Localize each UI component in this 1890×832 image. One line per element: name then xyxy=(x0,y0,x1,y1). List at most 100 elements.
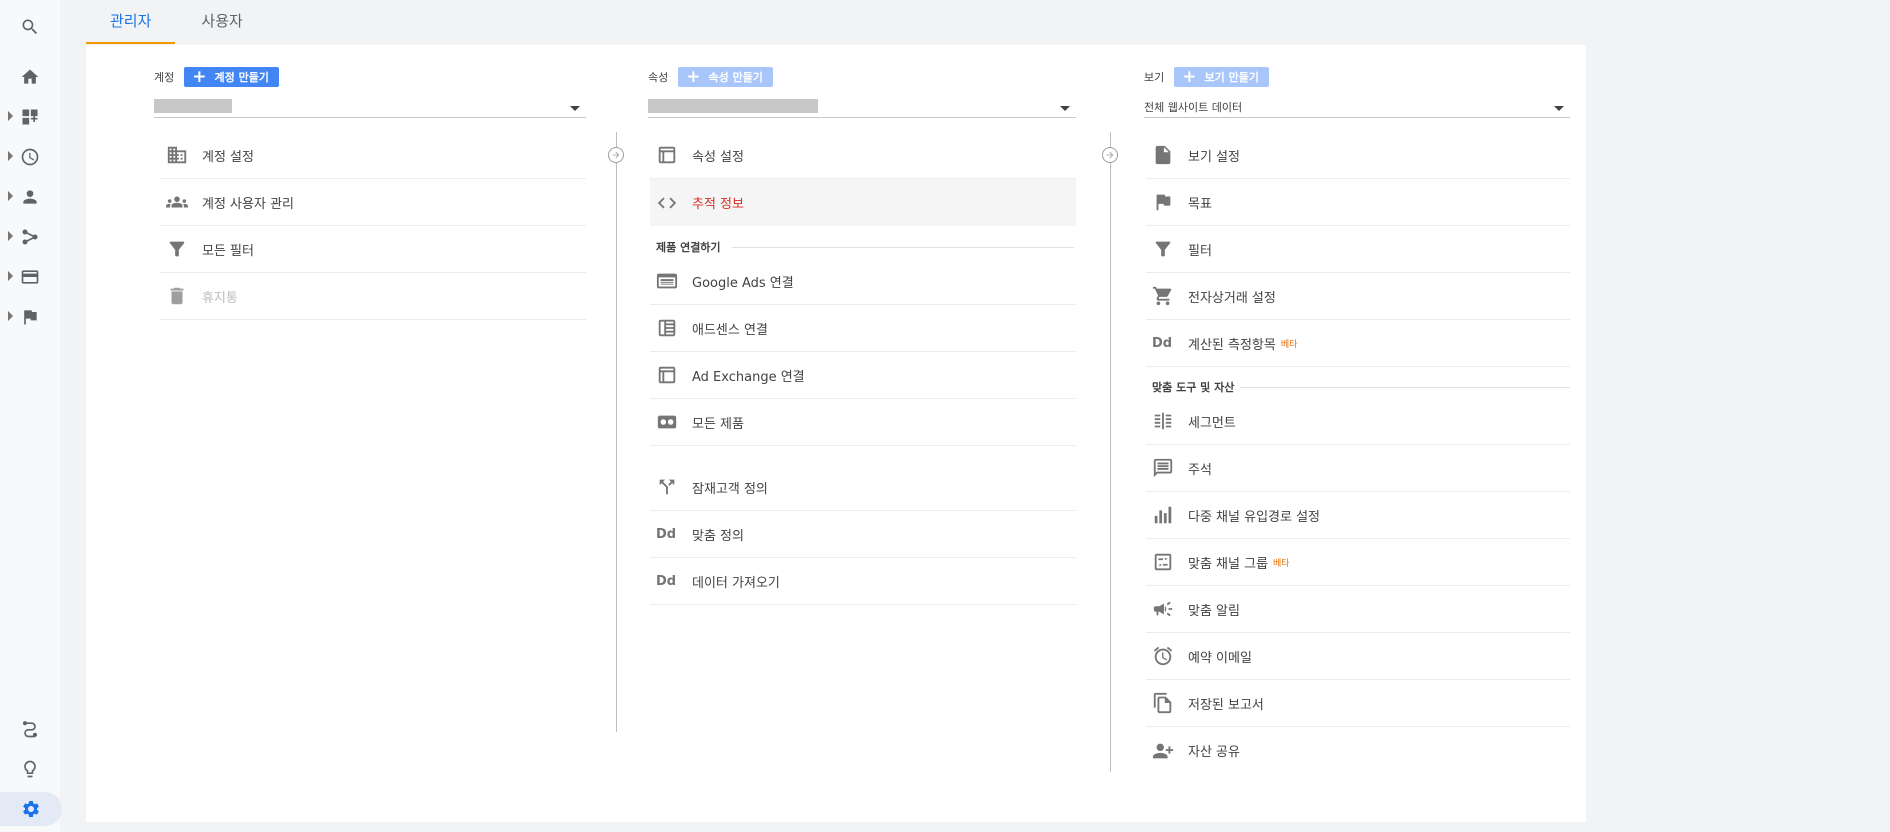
all-filters-item[interactable]: 모든 필터 xyxy=(160,226,586,273)
google-ads-linking-label: Google Ads 연결 xyxy=(692,275,794,291)
custom-definitions-label: 맞춤 정의 xyxy=(692,528,744,544)
flag-icon xyxy=(24,310,37,325)
scheduled-emails-item[interactable]: 예약 이메일 xyxy=(1146,633,1570,680)
arrow-right-circle-icon xyxy=(1102,147,1118,163)
ecommerce-settings-label: 전자상거래 설정 xyxy=(1188,290,1276,306)
all-products-item[interactable]: 모든 제품 xyxy=(650,399,1076,446)
ads-icon xyxy=(650,270,686,292)
building-icon xyxy=(160,144,196,166)
tab-admin[interactable]: 관리자 xyxy=(86,0,176,44)
audience-definitions-item[interactable]: 잠재고객 정의 xyxy=(650,464,1076,511)
channel-grouping-icon xyxy=(1146,551,1182,573)
plus-icon: + xyxy=(192,66,207,87)
bar-chart-icon xyxy=(1146,504,1182,526)
dropdown-arrow-icon xyxy=(1060,106,1070,111)
admin-button[interactable] xyxy=(0,792,62,826)
segments-icon xyxy=(1146,410,1182,432)
dd-icon: Dd xyxy=(656,526,677,542)
product-linking-section-title: 제품 연결하기 xyxy=(656,239,1074,255)
property-settings-item[interactable]: 속성 설정 xyxy=(650,132,1076,179)
create-property-button[interactable]: + 속성 만들기 xyxy=(678,67,773,87)
segments-label: 세그먼트 xyxy=(1188,415,1236,431)
custom-alerts-item[interactable]: 맞춤 알림 xyxy=(1146,586,1570,633)
section-rule xyxy=(1240,387,1570,388)
flag-icon xyxy=(1146,191,1182,213)
property-name-redacted xyxy=(648,99,818,113)
person-icon xyxy=(23,190,37,204)
custom-definitions-item[interactable]: Dd 맞춤 정의 xyxy=(650,511,1076,558)
data-import-label: 데이터 가져오기 xyxy=(692,575,780,591)
calculated-metrics-label: 계산된 측정항목 xyxy=(1188,337,1276,353)
audience-button[interactable] xyxy=(8,180,52,214)
trash-label: 휴지통 xyxy=(202,290,238,306)
acquisition-button[interactable] xyxy=(8,220,52,254)
trash-item[interactable]: 휴지통 xyxy=(160,273,586,320)
view-filters-item[interactable]: 필터 xyxy=(1146,226,1570,273)
person-add-icon xyxy=(1146,740,1182,762)
admin-panel: 계정 + 계정 만들기 계정 설정 계정 사용자 관리 모든 필터 휴지통 속성… xyxy=(86,45,1586,822)
conversions-button[interactable] xyxy=(8,300,52,334)
expand-caret-icon xyxy=(8,271,13,281)
mcf-settings-item[interactable]: 다중 채널 유입경로 설정 xyxy=(1146,492,1570,539)
realtime-button[interactable] xyxy=(8,140,52,174)
expand-caret-icon xyxy=(8,111,13,121)
custom-channel-grouping-label: 맞춤 채널 그룹 xyxy=(1188,556,1269,572)
annotations-item[interactable]: 주석 xyxy=(1146,445,1570,492)
discover-button[interactable] xyxy=(8,752,52,786)
custom-tools-section-title: 맞춤 도구 및 자산 xyxy=(1152,379,1570,395)
search-button[interactable] xyxy=(8,10,52,44)
account-selector[interactable] xyxy=(154,96,586,118)
ad-exchange-linking-label: Ad Exchange 연결 xyxy=(692,369,805,385)
comment-icon xyxy=(1146,457,1182,479)
account-user-management-item[interactable]: 계정 사용자 관리 xyxy=(160,179,586,226)
left-navigation-rail xyxy=(0,0,62,832)
share-assets-item[interactable]: 자산 공유 xyxy=(1146,727,1570,774)
tab-users[interactable]: 사용자 xyxy=(177,0,266,44)
megaphone-icon xyxy=(1146,598,1182,620)
filter-icon xyxy=(160,238,196,260)
property-header: 속성 + 속성 만들기 xyxy=(648,67,773,87)
audience-definitions-label: 잠재고객 정의 xyxy=(692,481,768,497)
create-view-label: 보기 만들기 xyxy=(1204,71,1259,84)
goals-item[interactable]: 목표 xyxy=(1146,179,1570,226)
tracking-info-item[interactable]: 추적 정보 xyxy=(650,179,1076,226)
lightbulb-icon xyxy=(24,760,36,778)
all-products-icon xyxy=(650,411,686,433)
gear-icon xyxy=(23,801,39,817)
custom-channel-grouping-item[interactable]: 맞춤 채널 그룹 베타 xyxy=(1146,539,1570,586)
create-account-label: 계정 만들기 xyxy=(214,71,269,84)
property-icon xyxy=(650,144,686,166)
segments-item[interactable]: 세그먼트 xyxy=(1146,398,1570,445)
all-products-label: 모든 제품 xyxy=(692,416,744,432)
custom-alerts-label: 맞춤 알림 xyxy=(1188,603,1240,619)
acquisition-icon xyxy=(22,229,38,245)
mcf-settings-label: 다중 채널 유입경로 설정 xyxy=(1188,509,1320,525)
home-button[interactable] xyxy=(8,60,52,94)
expand-caret-icon xyxy=(8,311,13,321)
adsense-linking-item[interactable]: 애드센스 연결 xyxy=(650,305,1076,352)
google-ads-linking-item[interactable]: Google Ads 연결 xyxy=(650,258,1076,305)
view-selector[interactable]: 전체 웹사이트 데이터 xyxy=(1144,96,1570,118)
scheduled-emails-label: 예약 이메일 xyxy=(1188,650,1252,666)
attribution-button[interactable] xyxy=(8,712,52,746)
account-settings-item[interactable]: 계정 설정 xyxy=(160,132,586,179)
ad-exchange-icon xyxy=(650,364,686,386)
trash-icon xyxy=(160,285,196,307)
data-import-item[interactable]: Dd 데이터 가져오기 xyxy=(650,558,1076,605)
document-icon xyxy=(1146,144,1182,166)
property-selector[interactable] xyxy=(648,96,1076,118)
saved-reports-item[interactable]: 저장된 보고서 xyxy=(1146,680,1570,727)
create-account-button[interactable]: + 계정 만들기 xyxy=(184,67,279,87)
search-icon xyxy=(22,19,38,35)
calculated-metrics-item[interactable]: Dd 계산된 측정항목 베타 xyxy=(1146,320,1570,367)
ad-exchange-linking-item[interactable]: Ad Exchange 연결 xyxy=(650,352,1076,399)
ecommerce-settings-item[interactable]: 전자상거래 설정 xyxy=(1146,273,1570,320)
create-view-button[interactable]: + 보기 만들기 xyxy=(1174,67,1269,87)
beta-badge: 베타 xyxy=(1273,558,1290,569)
view-settings-item[interactable]: 보기 설정 xyxy=(1146,132,1570,179)
behavior-button[interactable] xyxy=(8,260,52,294)
annotations-label: 주석 xyxy=(1188,462,1212,478)
shopping-cart-icon xyxy=(1146,285,1182,307)
customization-button[interactable] xyxy=(8,100,52,134)
expand-caret-icon xyxy=(8,231,13,241)
